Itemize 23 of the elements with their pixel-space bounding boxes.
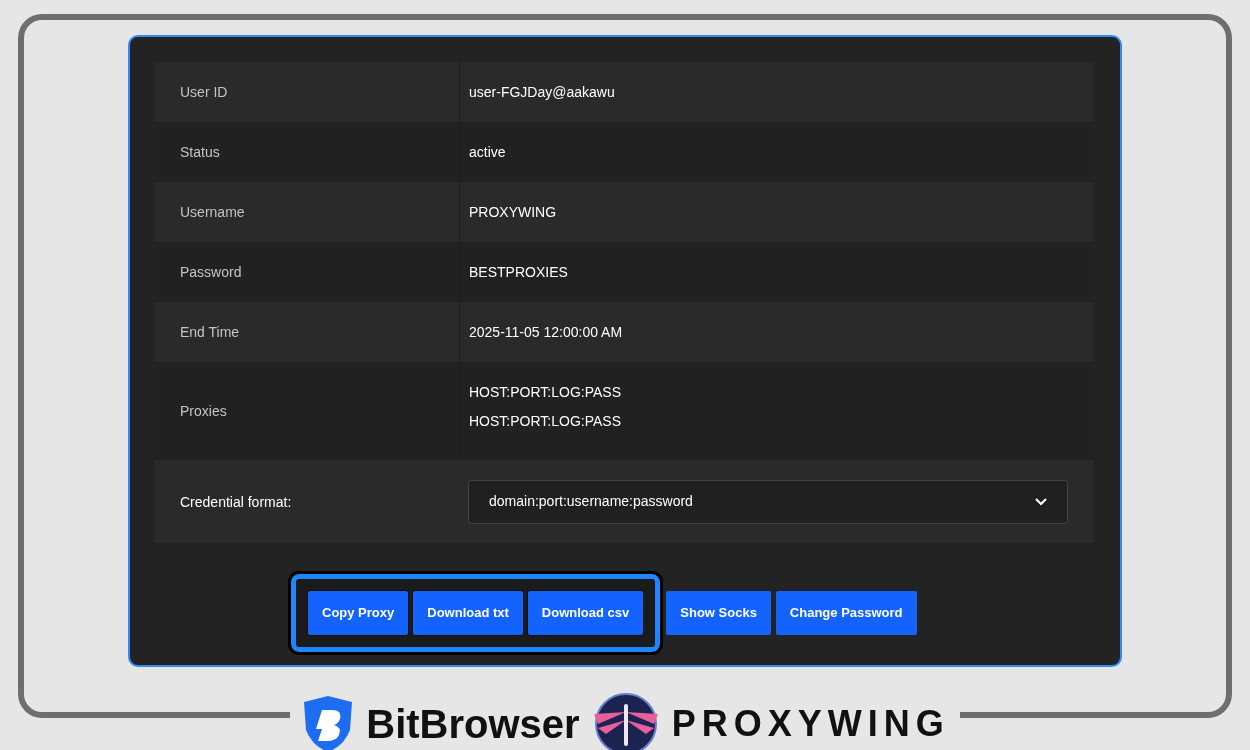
field-value: active bbox=[469, 142, 507, 162]
action-button[interactable]: Show Socks bbox=[666, 591, 771, 635]
action-button[interactable]: Copy Proxy bbox=[308, 591, 409, 635]
field-value: BESTPROXIES bbox=[469, 262, 569, 282]
field-label: Password bbox=[180, 262, 242, 282]
action-button[interactable]: Download csv bbox=[527, 591, 644, 635]
chevron-down-icon bbox=[1035, 497, 1047, 506]
field-label: Username bbox=[180, 202, 245, 222]
brand-name: PROXYWING bbox=[671, 706, 950, 742]
field-value: HOST:PORT:LOG:PASS bbox=[469, 383, 622, 402]
action-button[interactable]: Change Password bbox=[775, 591, 917, 635]
field-label: Status bbox=[180, 142, 220, 162]
field-label: Proxies bbox=[180, 401, 227, 421]
action-button[interactable]: Download txt bbox=[413, 591, 523, 635]
field-value: PROXYWING bbox=[469, 202, 558, 222]
field-value: 2025-11-05 12:00:00 AM bbox=[469, 322, 624, 342]
field-value: user-FGJDay@aakawu bbox=[469, 82, 616, 102]
field-label: End Time bbox=[180, 322, 240, 342]
field-value: HOST:PORT:LOG:PASS bbox=[469, 412, 622, 431]
field-label: Credential format: bbox=[180, 493, 292, 510]
brand-name: BitBrowser bbox=[366, 704, 580, 744]
format-select[interactable]: domain:port:username:password bbox=[468, 479, 1068, 524]
field-label: User ID bbox=[180, 82, 228, 102]
